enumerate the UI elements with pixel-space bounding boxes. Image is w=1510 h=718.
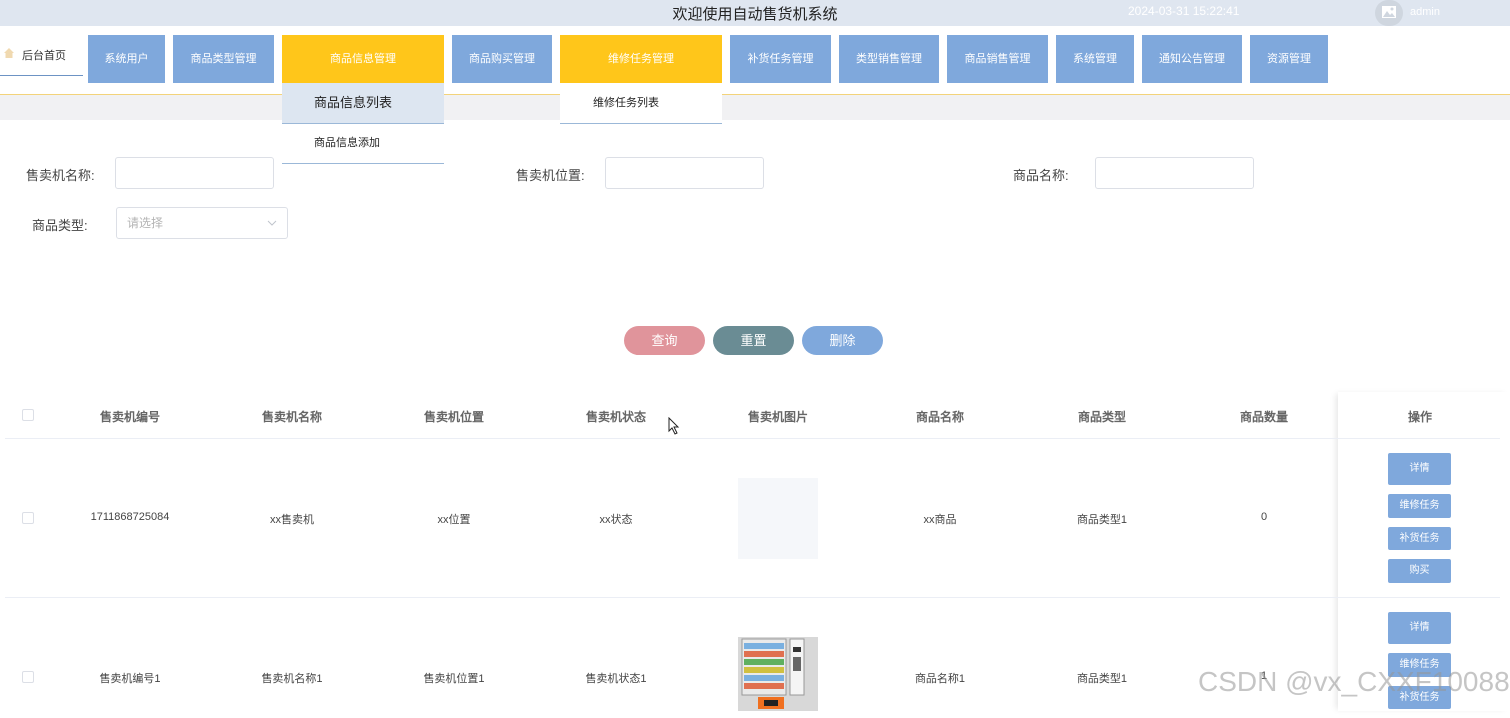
col-machine-no: 售卖机编号 (99, 410, 161, 424)
row-checkbox[interactable] (22, 512, 34, 524)
nav-goods-type[interactable]: 商品类型管理 (173, 35, 274, 83)
cell-machine-location: xx位置 (437, 514, 471, 526)
nav-resources[interactable]: 资源管理 (1250, 35, 1328, 83)
nav-restock-task[interactable]: 补货任务管理 (730, 35, 831, 83)
machine-name-input[interactable] (115, 157, 274, 189)
watermark: CSDN @vx_CXXF10088 (1198, 666, 1510, 697)
buy-button[interactable]: 购买 (1388, 559, 1451, 583)
top-header: 欢迎使用自动售货机系统 2024-03-31 15:22:41 admin (0, 0, 1510, 26)
repair-task-button[interactable]: 维修任务 (1388, 494, 1451, 518)
cell-machine-location: 售卖机位置1 (423, 673, 485, 685)
col-machine-name: 售卖机名称 (261, 410, 323, 424)
col-machine-status: 售卖机状态 (585, 410, 647, 424)
chevron-down-icon (267, 220, 277, 226)
nav-home-label: 后台首页 (22, 50, 66, 62)
image-icon (1382, 6, 1396, 18)
nav-notice[interactable]: 通知公告管理 (1142, 35, 1242, 83)
vending-machine-image (738, 637, 818, 718)
mouse-cursor-icon (668, 417, 680, 435)
datetime: 2024-03-31 15:22:41 (1128, 4, 1240, 18)
select-all-checkbox[interactable] (22, 409, 34, 421)
restock-task-button[interactable]: 补货任务 (1388, 527, 1451, 550)
row-divider (5, 597, 1500, 598)
goods-name-input[interactable] (1095, 157, 1254, 189)
goods-type-select[interactable]: 请选择 (116, 207, 288, 239)
cell-goods-name: 商品名称1 (914, 673, 966, 685)
cell-machine-no: 1711868725084 (90, 511, 170, 523)
cell-goods-qty: 0 (1260, 511, 1268, 523)
col-goods-qty: 商品数量 (1239, 410, 1289, 424)
nav-goods-info[interactable]: 商品信息管理 (282, 35, 444, 83)
goods-type-placeholder: 请选择 (127, 216, 164, 230)
breadcrumb-band (0, 95, 1510, 120)
nav-home[interactable]: 后台首页 (0, 35, 83, 76)
machine-image-placeholder (738, 478, 818, 559)
nav-goods-purchase[interactable]: 商品购买管理 (452, 35, 552, 83)
header-divider (5, 438, 1500, 439)
system-title: 欢迎使用自动售货机系统 (672, 6, 838, 23)
machine-location-input[interactable] (605, 157, 764, 189)
cell-machine-name: xx售卖机 (270, 514, 314, 526)
machine-name-label: 售卖机名称: (26, 168, 95, 183)
col-machine-location: 售卖机位置 (423, 410, 485, 424)
submenu-divider (282, 163, 444, 164)
col-goods-type: 商品类型 (1077, 410, 1127, 424)
nav-system-users[interactable]: 系统用户 (88, 35, 165, 83)
submenu-goods-add[interactable]: 商品信息添加 (282, 124, 444, 163)
machine-location-label: 售卖机位置: (516, 168, 585, 183)
detail-button[interactable]: 详情 (1388, 612, 1451, 644)
nav-type-sales[interactable]: 类型销售管理 (839, 35, 939, 83)
col-machine-image: 售卖机图片 (747, 410, 809, 424)
nav-goods-sales[interactable]: 商品销售管理 (947, 35, 1048, 83)
col-goods-name: 商品名称 (915, 410, 965, 424)
goods-type-label: 商品类型: (32, 218, 88, 233)
goods-name-label: 商品名称: (1013, 168, 1069, 183)
delete-button[interactable]: 删除 (802, 326, 883, 355)
submenu-divider (560, 123, 722, 124)
cell-goods-type: 商品类型1 (1076, 673, 1128, 685)
nav-repair-task[interactable]: 维修任务管理 (560, 35, 722, 83)
avatar[interactable] (1375, 0, 1403, 26)
col-actions: 操作 (1407, 410, 1433, 424)
cell-machine-status: xx状态 (599, 514, 633, 526)
home-icon (4, 48, 14, 58)
submenu-goods-list[interactable]: 商品信息列表 (282, 83, 444, 123)
row-checkbox[interactable] (22, 671, 34, 683)
cell-goods-type: 商品类型1 (1076, 514, 1128, 526)
cell-machine-name: 售卖机名称1 (261, 673, 323, 685)
cell-goods-name: xx商品 (923, 514, 957, 526)
query-button[interactable]: 查询 (624, 326, 705, 355)
submenu-repair-list[interactable]: 维修任务列表 (560, 83, 722, 123)
nav-system-manage[interactable]: 系统管理 (1056, 35, 1134, 83)
reset-button[interactable]: 重置 (713, 326, 794, 355)
cell-machine-no: 售卖机编号1 (99, 673, 161, 685)
cell-machine-status: 售卖机状态1 (585, 673, 647, 685)
username[interactable]: admin (1410, 6, 1440, 18)
detail-button[interactable]: 详情 (1388, 453, 1451, 485)
